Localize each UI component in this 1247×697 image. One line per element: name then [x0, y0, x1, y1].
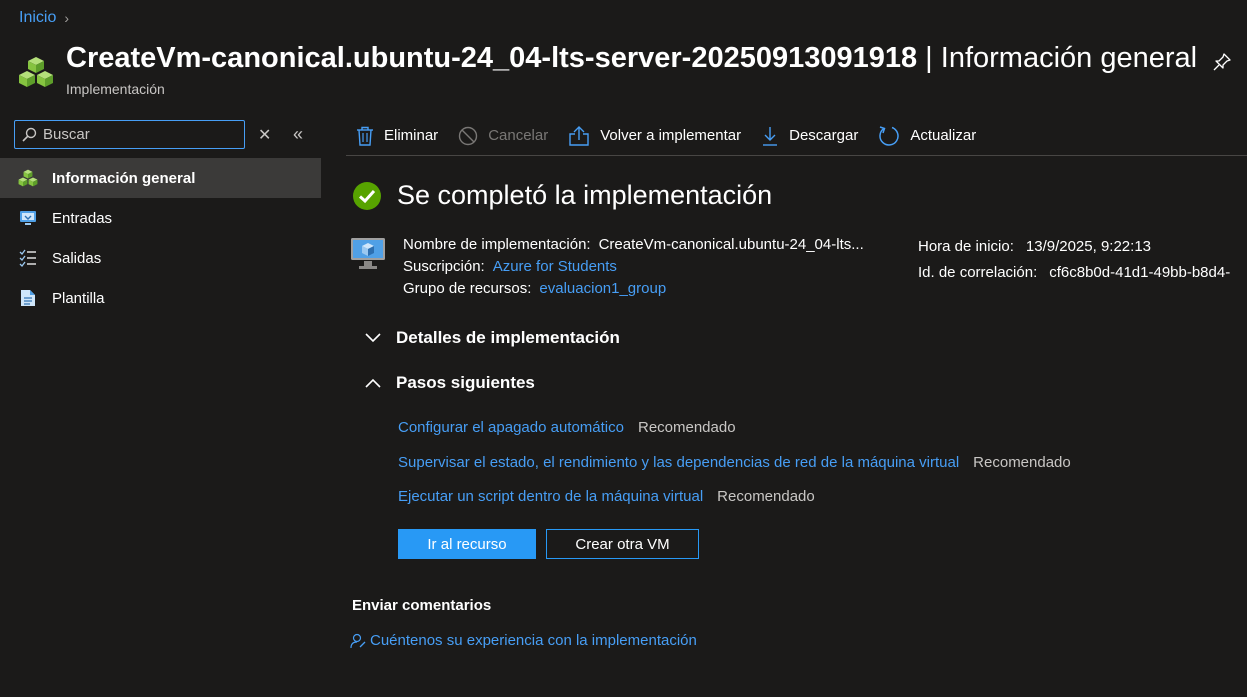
- refresh-button[interactable]: Actualizar: [878, 125, 976, 147]
- page-subtitle: Implementación: [66, 81, 165, 97]
- refresh-icon: [879, 125, 900, 146]
- command-bar: Eliminar Cancelar Volver a implementar D…: [346, 116, 1247, 156]
- deployment-cubes-icon: [19, 57, 53, 87]
- create-another-vm-button[interactable]: Crear otra VM: [546, 529, 699, 559]
- cancel-icon: [458, 126, 478, 145]
- sidebar-item-label: Información general: [52, 169, 196, 187]
- next-step-link[interactable]: Supervisar el estado, el rendimiento y l…: [398, 454, 959, 471]
- chevron-right-icon: ›: [64, 10, 70, 26]
- next-steps-toggle[interactable]: Pasos siguientes: [365, 373, 535, 393]
- start-time-row: Hora de inicio: 13/9/2025, 9:22:13: [918, 234, 1230, 260]
- start-time-value: 13/9/2025, 9:22:13: [1025, 238, 1152, 255]
- sidebar-item-template[interactable]: Plantilla: [0, 278, 321, 318]
- start-time-label: Hora de inicio:: [918, 238, 1014, 255]
- collapse-sidebar-icon[interactable]: «: [293, 124, 303, 145]
- recommended-tag: Recomendado: [717, 487, 815, 505]
- subscription-row: Suscripción: Azure for Students: [403, 256, 864, 278]
- list-item: Ejecutar un script dentro de la máquina …: [398, 485, 1071, 507]
- breadcrumb-home-link[interactable]: Inicio: [19, 9, 56, 27]
- next-steps-label: Pasos siguientes: [396, 373, 535, 392]
- deployment-details-label: Detalles de implementación: [396, 328, 620, 347]
- list-item: Supervisar el estado, el rendimiento y l…: [398, 451, 1071, 473]
- sidebar-item-label: Salidas: [52, 249, 102, 267]
- deployment-title: CreateVm-canonical.ubuntu-24_04-lts-serv…: [66, 42, 918, 74]
- search-icon: [22, 127, 37, 142]
- sidebar-item-outputs[interactable]: Salidas: [0, 238, 321, 278]
- upload-icon: [569, 125, 589, 146]
- search-box: [14, 120, 245, 149]
- download-button[interactable]: Descargar: [761, 126, 858, 146]
- close-icon[interactable]: ✕: [258, 125, 272, 144]
- subscription-label: Suscripción:: [403, 258, 485, 275]
- feedback-link[interactable]: Cuéntenos su experiencia con la implemen…: [350, 632, 697, 649]
- deployment-info-right: Hora de inicio: 13/9/2025, 9:22:13 Id. d…: [918, 234, 1230, 286]
- sidebar-item-label: Entradas: [52, 209, 113, 227]
- chevron-down-icon: [365, 333, 381, 343]
- delete-button[interactable]: Eliminar: [356, 126, 438, 146]
- redeploy-button[interactable]: Volver a implementar: [568, 125, 742, 146]
- resource-group-row: Grupo de recursos: evaluacion1_group: [403, 278, 864, 300]
- subscription-link[interactable]: Azure for Students: [493, 256, 617, 278]
- correlation-label: Id. de correlación:: [918, 264, 1038, 281]
- deployment-status: Se completó la implementación: [352, 180, 772, 211]
- resource-group-link[interactable]: evaluacion1_group: [539, 278, 666, 300]
- cancel-button[interactable]: Cancelar: [458, 126, 548, 146]
- list-item: Configurar el apagado automático Recomen…: [398, 416, 1071, 438]
- refresh-label: Actualizar: [910, 127, 977, 144]
- delete-label: Eliminar: [384, 127, 439, 144]
- correlation-row: Id. de correlación: cf6c8b0d-41d1-49bb-b…: [918, 260, 1230, 286]
- resource-group-label: Grupo de recursos:: [403, 280, 532, 297]
- success-check-icon: [353, 181, 381, 210]
- correlation-value: cf6c8b0d-41d1-49bb-b8d4-: [1049, 264, 1231, 281]
- deployment-name-label: Nombre de implementación:: [403, 236, 591, 253]
- recommended-tag: Recomendado: [637, 418, 736, 436]
- sidebar-item-overview[interactable]: Información general: [0, 158, 321, 198]
- section-title: Información general: [940, 42, 1198, 74]
- breadcrumb: Inicio ›: [19, 9, 69, 27]
- chevron-up-icon: [365, 378, 381, 388]
- search-input[interactable]: [43, 126, 233, 143]
- next-step-link[interactable]: Ejecutar un script dentro de la máquina …: [398, 488, 703, 505]
- inputs-icon: [18, 208, 38, 228]
- cubes-icon: [18, 168, 38, 188]
- feedback-link-label: Cuéntenos su experiencia con la implemen…: [370, 632, 697, 649]
- sidebar-nav: Información general Entradas Salidas Pla…: [0, 158, 321, 318]
- deployment-details-toggle[interactable]: Detalles de implementación: [365, 328, 620, 348]
- virtual-machine-icon: [351, 238, 385, 269]
- feedback-title: Enviar comentarios: [352, 597, 492, 614]
- page-title: CreateVm-canonical.ubuntu-24_04-lts-serv…: [66, 42, 1197, 75]
- download-icon: [763, 126, 778, 146]
- go-to-resource-button[interactable]: Ir al recurso: [398, 529, 536, 559]
- sidebar-item-inputs[interactable]: Entradas: [0, 198, 321, 238]
- trash-icon: [357, 126, 373, 146]
- title-separator: |: [917, 42, 941, 74]
- sidebar-item-label: Plantilla: [52, 289, 105, 307]
- cancel-label: Cancelar: [488, 127, 549, 144]
- deployment-info: Nombre de implementación: CreateVm-canon…: [403, 234, 864, 300]
- deployment-name-value: CreateVm-canonical.ubuntu-24_04-lts...: [598, 236, 864, 253]
- recommended-tag: Recomendado: [973, 453, 1071, 471]
- template-icon: [18, 288, 38, 308]
- feedback-icon: [350, 633, 366, 648]
- deployment-name-row: Nombre de implementación: CreateVm-canon…: [403, 234, 864, 256]
- next-step-link[interactable]: Configurar el apagado automático: [398, 419, 624, 436]
- download-label: Descargar: [789, 127, 859, 144]
- status-title: Se completó la implementación: [397, 180, 773, 210]
- pin-icon[interactable]: [1212, 52, 1232, 72]
- next-steps-list: Configurar el apagado automático Recomen…: [398, 416, 1071, 507]
- redeploy-label: Volver a implementar: [600, 127, 742, 144]
- outputs-icon: [18, 248, 38, 268]
